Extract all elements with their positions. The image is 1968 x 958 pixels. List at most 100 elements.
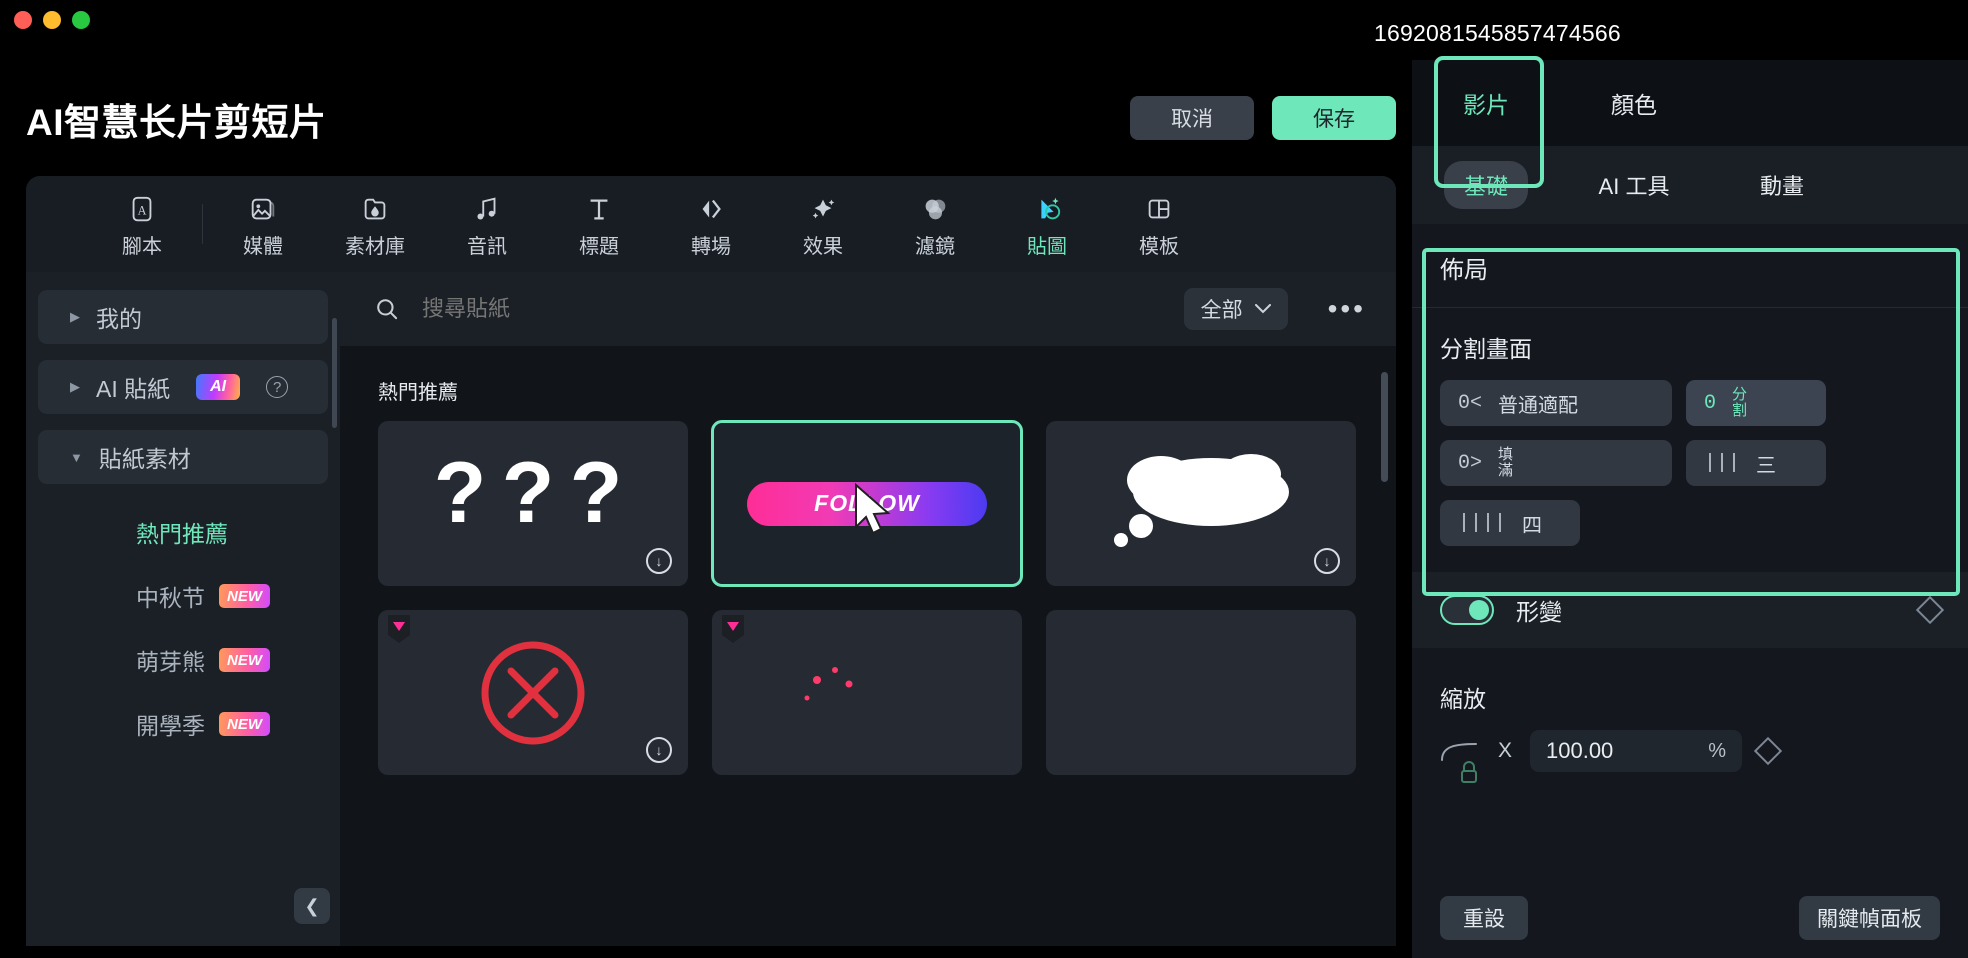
sidebar-group-label: 貼紙素材 xyxy=(98,446,191,472)
split-option-分割[interactable]: 0 分割 xyxy=(1686,380,1826,426)
split-option-glyph: 0< xyxy=(1458,391,1483,415)
pro-badge-icon xyxy=(722,615,744,643)
tool-tab-label: 效果 xyxy=(803,235,843,258)
download-icon[interactable]: ↓ xyxy=(646,548,672,574)
properties-panel: 影片 顏色 基礎 AI 工具 動畫 佈局 分割畫面 0< 普通適配 0 分割 0> 填滿 |… xyxy=(1412,60,1968,958)
sticker-scrollbar[interactable] xyxy=(1381,372,1388,482)
page-title: AI智慧长片剪短片 xyxy=(26,102,327,143)
curve-icon[interactable] xyxy=(1440,740,1480,762)
scale-axis-label: X xyxy=(1497,739,1512,762)
tool-tab-label: 腳本 xyxy=(122,235,162,258)
sidebar-group-ai-sticker[interactable]: ▶ AI 貼紙 AI ? xyxy=(38,360,328,414)
minimize-button[interactable] xyxy=(43,11,61,29)
tool-tab-script[interactable]: A 腳本 xyxy=(86,190,198,259)
split-option-普通適配[interactable]: 0< 普通適配 xyxy=(1440,380,1672,426)
sidebar-group-label: AI 貼紙 xyxy=(96,376,171,402)
script-icon: A xyxy=(127,190,157,224)
split-option-三[interactable]: ||| 三 xyxy=(1686,440,1826,486)
sidebar-scrollbar[interactable] xyxy=(332,318,337,428)
tab-video[interactable]: 影片 xyxy=(1412,86,1560,120)
search-icon xyxy=(377,299,398,320)
tool-tab-effect[interactable]: 效果 xyxy=(767,190,879,259)
filter-label: 全部 xyxy=(1200,299,1243,322)
zoom-button[interactable] xyxy=(72,11,90,29)
sidebar-item-label: 開學季 xyxy=(136,713,205,739)
help-icon[interactable]: ? xyxy=(266,376,289,398)
chevron-left-icon: ❮ xyxy=(304,895,320,916)
sidebar-item-label: 萌芽熊 xyxy=(136,649,205,675)
cursor-pointer-icon xyxy=(855,483,891,535)
tool-tab-transition[interactable]: 轉場 xyxy=(655,190,767,259)
subtab-basic-label: 基礎 xyxy=(1443,161,1528,209)
split-option-label: 普通適配 xyxy=(1498,394,1579,417)
tool-tab-asset-library[interactable]: 素材庫 xyxy=(319,190,431,259)
subtab-animation[interactable]: 動畫 xyxy=(1708,169,1856,201)
download-icon[interactable]: ↓ xyxy=(646,737,672,763)
sticker-browser: 全部 ••• 熱門推薦 ??? ↓ FOLLOW ↓ ↓ xyxy=(340,272,1396,946)
sidebar-group-sticker-assets[interactable]: ▼ 貼紙素材 xyxy=(38,430,328,484)
shape-toggle[interactable] xyxy=(1440,595,1494,625)
tool-tab-template[interactable]: 模板 xyxy=(1103,190,1215,259)
save-button[interactable]: 保存 xyxy=(1272,96,1396,140)
tool-tab-title[interactable]: 標題 xyxy=(543,190,655,259)
red-cross-sticker[interactable]: ↓ xyxy=(378,610,688,775)
blank-sticker[interactable] xyxy=(1046,610,1356,775)
tool-tab-media[interactable]: 媒體 xyxy=(207,190,319,259)
close-button[interactable] xyxy=(14,11,32,29)
category-sidebar: ▶ 我的 ▶ AI 貼紙 AI ? ▼ 貼紙素材 熱門推薦 中秋节 NEW 萌芽熊 NE… xyxy=(26,272,340,946)
sparkle-sticker[interactable] xyxy=(712,610,1022,775)
pro-badge-icon xyxy=(388,615,410,643)
follow-button-sticker[interactable]: FOLLOW xyxy=(711,420,1023,587)
search-input[interactable] xyxy=(422,296,982,322)
lock-icon[interactable] xyxy=(1458,760,1480,786)
template-icon xyxy=(1144,190,1174,224)
split-option-四[interactable]: |||| 四 xyxy=(1440,500,1580,546)
diamond-keyframe-icon[interactable] xyxy=(1753,736,1783,766)
sticker-icon xyxy=(1032,190,1062,224)
tool-tab-label: 素材庫 xyxy=(345,235,405,258)
new-badge: NEW xyxy=(219,712,270,736)
cancel-button[interactable]: 取消 xyxy=(1130,96,1254,140)
tool-tab-audio[interactable]: 音訊 xyxy=(431,190,543,259)
sidebar-group-mine[interactable]: ▶ 我的 xyxy=(38,290,328,344)
reset-button[interactable]: 重設 xyxy=(1440,896,1528,940)
sidebar-item[interactable]: 中秋节 NEW xyxy=(26,564,340,628)
property-subtab-bar: 基礎 AI 工具 動畫 xyxy=(1412,146,1968,224)
shape-label: 形變 xyxy=(1516,599,1562,625)
chevron-down-icon xyxy=(1254,304,1271,314)
scale-x-input[interactable]: 100.00 % xyxy=(1530,730,1742,772)
split-option-填滿[interactable]: 0> 填滿 xyxy=(1440,440,1672,486)
subtab-ai-tools[interactable]: AI 工具 xyxy=(1560,169,1708,201)
keyframe-panel-button[interactable]: 關鍵幀面板 xyxy=(1799,896,1940,940)
editor-panes: ▶ 我的 ▶ AI 貼紙 AI ? ▼ 貼紙素材 熱門推薦 中秋节 NEW 萌芽熊 NE… xyxy=(26,272,1396,946)
new-badge: NEW xyxy=(219,648,270,672)
tool-tab-filter[interactable]: 濾鏡 xyxy=(879,190,991,259)
sidebar-item[interactable]: 熱門推薦 xyxy=(26,500,340,564)
subtab-basic[interactable]: 基礎 xyxy=(1412,161,1560,209)
download-icon[interactable]: ↓ xyxy=(1314,548,1340,574)
diamond-keyframe-icon[interactable] xyxy=(1915,595,1945,625)
split-screen-options: 0< 普通適配 0 分割 0> 填滿 ||| 三 |||| 四 xyxy=(1412,364,1912,546)
split-option-glyph: |||| xyxy=(1458,511,1507,535)
sticker-grid: ??? ↓ FOLLOW ↓ ↓ xyxy=(340,420,1396,775)
svg-text:?: ? xyxy=(434,445,487,541)
more-options-button[interactable]: ••• xyxy=(1328,295,1366,323)
sidebar-collapse-button[interactable]: ❮ xyxy=(294,888,330,924)
sidebar-item[interactable]: 開學季 NEW xyxy=(26,692,340,756)
thought-cloud-sticker[interactable]: ↓ xyxy=(1046,421,1356,586)
filter-dropdown[interactable]: 全部 xyxy=(1183,288,1288,330)
sidebar-item[interactable]: 萌芽熊 NEW xyxy=(26,628,340,692)
scale-x-value: 100.00 xyxy=(1546,738,1614,763)
transition-icon xyxy=(696,190,726,224)
svg-text:?: ? xyxy=(502,445,555,541)
tool-tab-sticker[interactable]: 貼圖 xyxy=(991,190,1103,259)
timestamp-text: 1692081545857474566 xyxy=(1374,20,1621,46)
tab-color[interactable]: 顏色 xyxy=(1560,86,1708,120)
tool-tab-label: 標題 xyxy=(579,235,619,258)
shape-transform-row: 形變 xyxy=(1412,572,1968,648)
tool-tab-label: 模板 xyxy=(1139,235,1179,258)
application-window: 1692081545857474566 AI智慧长片剪短片 取消 保存 A 腳本 媒… xyxy=(0,0,1968,958)
question-marks-sticker[interactable]: ??? ↓ xyxy=(378,421,688,586)
split-option-label: 分割 xyxy=(1732,386,1748,419)
scale-unit: % xyxy=(1708,739,1726,762)
